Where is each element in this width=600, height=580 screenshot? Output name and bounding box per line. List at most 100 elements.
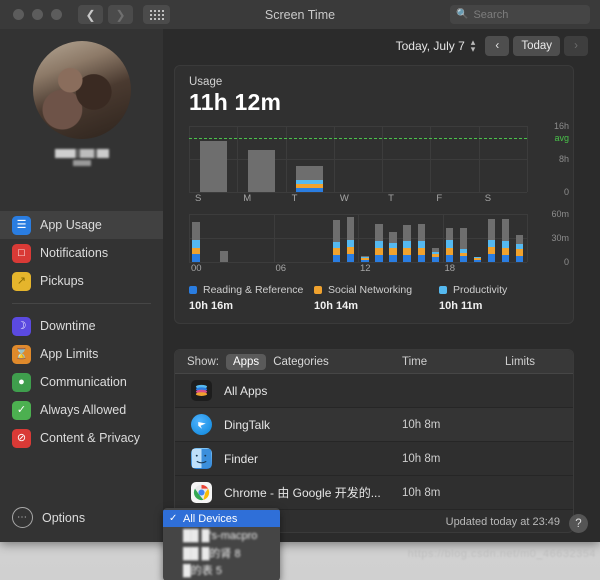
table-row[interactable]: DingTalk 10h 8m [175, 408, 573, 442]
chart-bar-segment [403, 225, 411, 242]
checkmark-icon: ✓ [169, 513, 178, 524]
menu-item-all-devices[interactable]: ✓ All Devices [163, 510, 280, 527]
minimize-button[interactable] [32, 9, 43, 20]
chart-bar-segment [247, 149, 275, 192]
x-axis-tick: 12 [360, 263, 371, 274]
chart-bar-segment [375, 254, 383, 262]
chart-bar-segment [375, 247, 383, 255]
legend-label: Reading & Reference [203, 284, 304, 296]
finder-icon [191, 448, 212, 469]
legend-value: 10h 11m [439, 300, 483, 312]
close-button[interactable] [13, 9, 24, 20]
sidebar: ☰ App Usage □ Notifications ↗ Pickups ☽ … [0, 29, 163, 542]
sidebar-item-label: Downtime [40, 319, 96, 333]
chart-bar-segment [333, 219, 341, 243]
sidebar-item-communication[interactable]: ● Communication [0, 368, 163, 396]
chart-bar-segment [445, 240, 454, 248]
weekly-axis-labels: SMTWTFS [189, 192, 527, 206]
today-button[interactable]: Today [513, 36, 560, 56]
chart-bar-segment [220, 250, 228, 262]
sidebar-item-app-usage[interactable]: ☰ App Usage [0, 211, 163, 239]
x-axis-tick: 00 [191, 263, 202, 274]
sidebar-item-label: Content & Privacy [40, 431, 141, 445]
window-titlebar: ❮ ❯ Screen Time 🔍 Search [0, 0, 600, 29]
legend-value: 10h 16m [189, 300, 234, 312]
date-segmented-control[interactable]: ‹ Today › [485, 36, 588, 56]
y-axis-tick: 16h [553, 121, 569, 131]
sidebar-item-notifications[interactable]: □ Notifications [0, 239, 163, 267]
grid-line [189, 159, 527, 160]
chart-bar-segment [192, 254, 200, 262]
app-time: 10h 8m [402, 486, 441, 499]
tab-apps[interactable]: Apps [225, 353, 267, 370]
x-axis-tick: 06 [275, 263, 287, 274]
chart-bar [502, 218, 510, 262]
grid-view-icon[interactable] [143, 5, 170, 24]
usage-card: Usage 11h 12m 16h 8h 0 avg S M T W T F S 60m 30m 0 … [174, 65, 574, 324]
usage-total: 11h 12m [189, 89, 282, 115]
options-label: Options [42, 510, 86, 525]
hourly-axis-labels: 00 06 12 18 [189, 262, 527, 275]
avatar [32, 41, 131, 139]
date-stepper[interactable]: ▴ ▾ [471, 38, 476, 54]
show-toggle[interactable]: Apps Categories [225, 353, 336, 370]
sidebar-item-label: Pickups [40, 274, 84, 288]
chart-bar [199, 140, 227, 192]
chart-bar-segment [347, 217, 355, 241]
grid-line [527, 126, 528, 192]
average-label: avg [554, 132, 569, 143]
profile-block [0, 35, 163, 175]
sidebar-item-content-privacy[interactable]: ⊘ Content & Privacy [0, 424, 163, 452]
sidebar-item-always-allowed[interactable]: ✓ Always Allowed [0, 396, 163, 424]
chart-bar-segment [445, 247, 454, 255]
chart-bar-segment [487, 218, 496, 241]
help-button[interactable]: ? [569, 514, 588, 533]
watermark-text: https://blog.csdn.net/m0_46632354 [407, 548, 596, 560]
notification-icon: □ [12, 243, 31, 263]
column-header-time: Time [402, 355, 428, 368]
legend-label: Social Networking [328, 284, 413, 296]
chart-bar-segment [445, 254, 454, 262]
search-input[interactable]: 🔍 Search [450, 5, 590, 24]
chart-bar-segment [445, 228, 454, 241]
window-controls[interactable] [13, 9, 62, 20]
menu-item-device-3[interactable]: █的表 5 [163, 561, 280, 578]
average-line [189, 137, 527, 139]
sidebar-divider [12, 303, 151, 304]
menu-item-device-1[interactable]: ██ █'s-macpro [163, 527, 280, 544]
layers-icon: ☰ [12, 215, 31, 235]
sidebar-item-pickups[interactable]: ↗ Pickups [0, 267, 163, 295]
nav-buttons[interactable]: ❮ ❯ [78, 5, 133, 24]
search-placeholder: Search [473, 8, 509, 21]
category-legend: Reading & Reference 10h 16m Social Netwo… [175, 275, 573, 323]
options-button[interactable]: ⋯ Options [0, 507, 163, 528]
table-row[interactable]: Finder 10h 8m [175, 442, 573, 476]
sidebar-item-downtime[interactable]: ☽ Downtime [0, 312, 163, 340]
legend-swatch-icon [314, 286, 322, 294]
next-day-button[interactable]: › [564, 36, 588, 56]
app-name: Chrome - 由 Google 开发的... [224, 486, 381, 500]
table-header: Show: Apps Categories Time Limits [175, 350, 573, 374]
grid-line [527, 214, 528, 262]
chevron-left-icon[interactable]: ❮ [78, 5, 103, 24]
tab-categories[interactable]: Categories [266, 354, 336, 370]
chart-bar [220, 250, 228, 262]
chart-bar-segment [192, 222, 200, 241]
sidebar-item-label: Communication [40, 375, 127, 389]
sidebar-item-app-limits[interactable]: ⌛ App Limits [0, 340, 163, 368]
menu-item-device-2[interactable]: ██ █的肾 8 [163, 544, 280, 561]
zoom-button[interactable] [51, 9, 62, 20]
usage-heading: Usage [189, 76, 223, 88]
sidebar-list: ☰ App Usage □ Notifications ↗ Pickups ☽ … [0, 211, 163, 452]
table-row[interactable]: All Apps [175, 374, 573, 408]
grid-line [189, 214, 190, 262]
device-dropdown-menu[interactable]: ✓ All Devices ██ █'s-macpro ██ █的肾 8 █的表… [163, 508, 280, 580]
chart-bar [445, 228, 454, 262]
chart-bar-segment [487, 246, 496, 255]
y-axis-tick: 8h [558, 154, 569, 164]
chart-bar-segment [403, 254, 411, 262]
chevron-right-icon[interactable]: ❯ [108, 5, 133, 24]
chart-bar-segment [417, 247, 425, 255]
main-content: Today, July 7 ▴ ▾ ‹ Today › Usage 11h 12m… [163, 29, 600, 542]
previous-day-button[interactable]: ‹ [485, 36, 510, 56]
